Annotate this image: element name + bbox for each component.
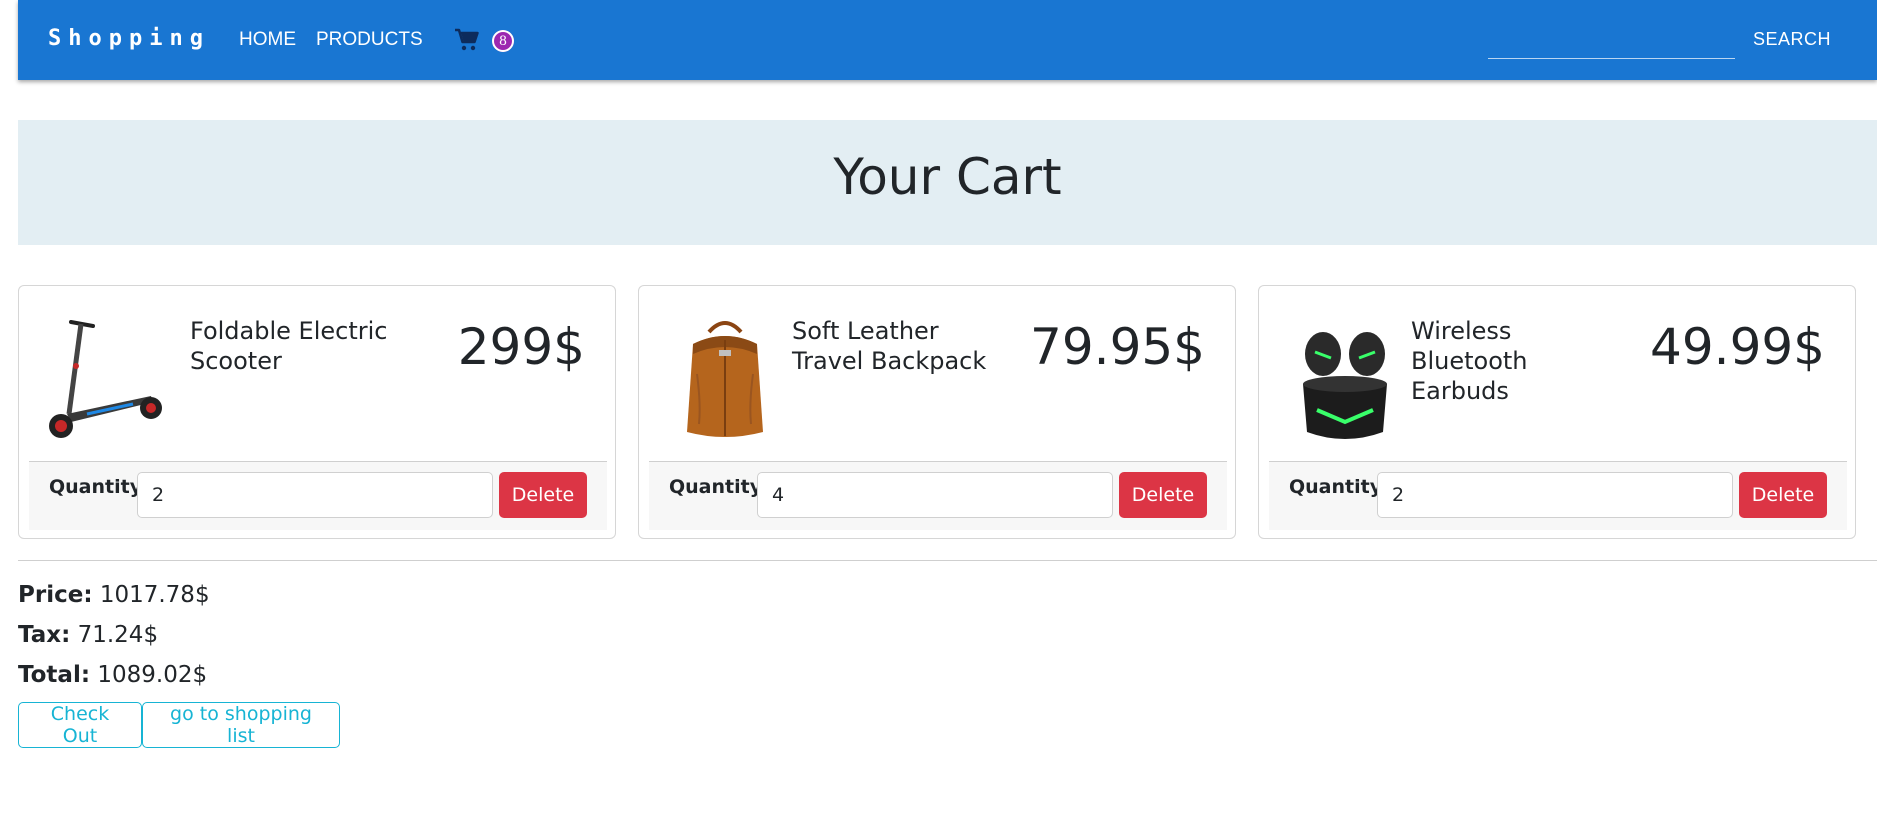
product-name: Foldable Electric Scooter [190,317,388,375]
scooter-image [49,320,162,438]
total-label: Total: [18,662,91,688]
product-price: 79.95$ [1030,318,1205,376]
cart-item-footer: Quantity Delete [29,461,607,530]
total-summary-line: Total: 1089.02$ [18,662,207,688]
cart-button[interactable]: 8 [454,24,514,58]
total-value: 1089.02$ [97,662,208,688]
delete-button[interactable]: Delete [499,472,587,518]
quantity-input[interactable] [757,472,1113,518]
search-button[interactable]: SEARCH [1753,29,1831,50]
product-name: Soft Leather Travel Backpack [792,317,987,375]
page-header-banner: Your Cart [18,120,1877,245]
brand-logo[interactable]: Shopping [48,26,210,51]
delete-button[interactable]: Delete [1119,472,1207,518]
tax-summary-line: Tax: 71.24$ [18,622,158,648]
cart-item-footer: Quantity Delete [1269,461,1847,530]
tax-value: 71.24$ [77,622,159,648]
shopping-list-button[interactable]: go to shopping list [142,702,340,748]
price-value: 1017.78$ [99,582,210,608]
cart-item-card: Foldable Electric Scooter 299$ Quantity … [18,285,616,539]
tax-label: Tax: [18,622,71,648]
search-input[interactable] [1488,26,1735,59]
quantity-input[interactable] [1377,472,1733,518]
cart-count-badge: 8 [492,30,514,52]
earbuds-image [1303,332,1387,439]
delete-button[interactable]: Delete [1739,472,1827,518]
quantity-label: Quantity [49,476,143,498]
page-title: Your Cart [833,148,1062,206]
shopping-cart-icon [455,28,479,51]
cart-item-card: Soft Leather Travel Backpack 79.95$ Quan… [638,285,1236,539]
checkout-button[interactable]: Check Out [18,702,142,748]
top-navbar: Shopping HOME PRODUCTS 8 SEARCH [18,0,1877,80]
cart-item-footer: Quantity Delete [649,461,1227,530]
quantity-label: Quantity [669,476,763,498]
nav-home-link[interactable]: HOME [239,29,296,51]
nav-products-link[interactable]: PRODUCTS [316,29,423,51]
price-label: Price: [18,582,93,608]
summary-divider [18,560,1877,561]
price-summary-line: Price: 1017.78$ [18,582,210,608]
product-price: 49.99$ [1650,318,1825,376]
quantity-label: Quantity [1289,476,1383,498]
cart-item-card: Wireless Bluetooth Earbuds 49.99$ Quanti… [1258,285,1856,539]
product-price: 299$ [457,318,585,376]
quantity-input[interactable] [137,472,493,518]
backpack-image [687,321,763,437]
product-name: Wireless Bluetooth Earbuds [1411,317,1528,405]
